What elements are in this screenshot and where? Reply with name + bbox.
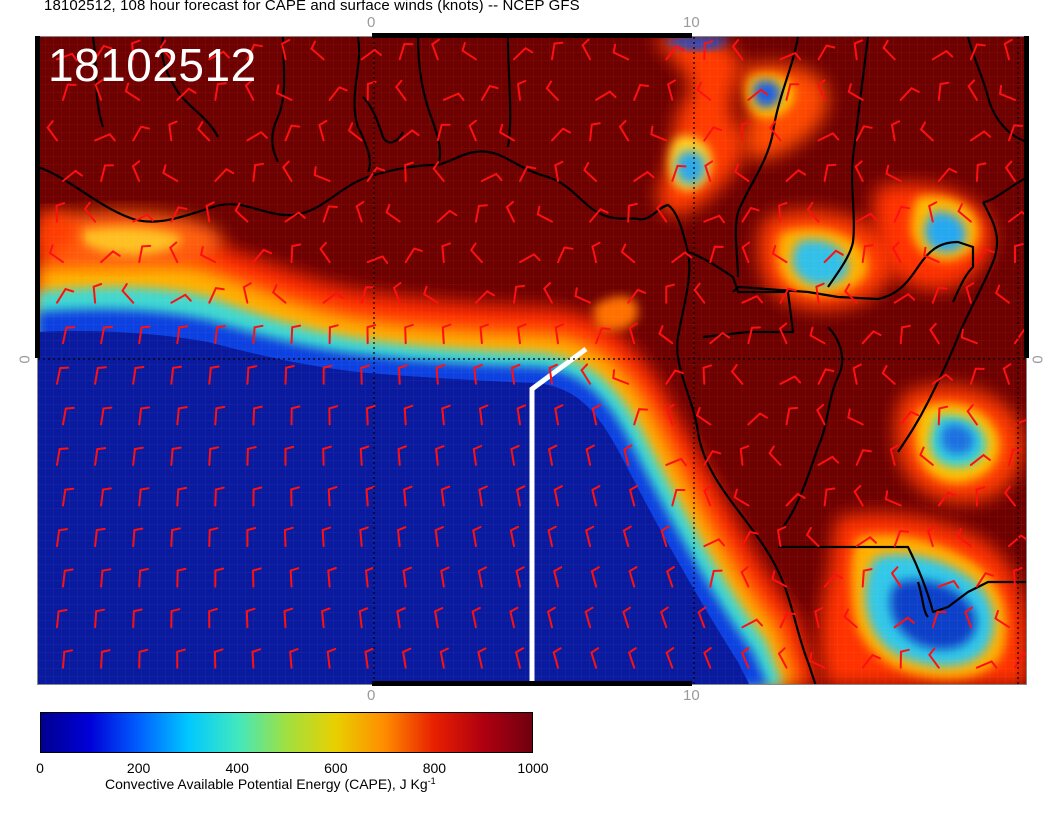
top-tick-10: 10 bbox=[683, 14, 700, 31]
frame-bottom-bar bbox=[372, 681, 692, 686]
frame-right-bar bbox=[1024, 36, 1029, 358]
cape-map bbox=[38, 37, 1026, 684]
colorbar-tick: 0 bbox=[36, 760, 44, 776]
colorbar-tick: 800 bbox=[422, 760, 447, 776]
colorbar-tick: 1000 bbox=[517, 760, 549, 776]
top-tick-0: 0 bbox=[367, 14, 376, 31]
colorbar-tick: 400 bbox=[225, 760, 249, 776]
left-tick-0: 0 bbox=[16, 355, 34, 364]
colorbar-title-exponent: -1 bbox=[427, 776, 436, 786]
colorbar-tick: 200 bbox=[126, 760, 151, 776]
colorbar-tick: 600 bbox=[324, 760, 348, 776]
bottom-tick-0: 0 bbox=[367, 687, 376, 704]
colorbar-title: Convective Available Potential Energy (C… bbox=[105, 776, 436, 792]
page-title: 18102512, 108 hour forecast for CAPE and… bbox=[44, 0, 580, 14]
frame-top-bar bbox=[372, 33, 692, 38]
frame-left-bar bbox=[35, 36, 40, 358]
colorbar-title-text: Convective Available Potential Energy (C… bbox=[105, 776, 428, 792]
date-stamp: 18102512 bbox=[48, 39, 257, 91]
map-panel bbox=[37, 36, 1027, 685]
right-tick-0: 0 bbox=[1028, 355, 1046, 364]
cape-colorbar bbox=[40, 712, 533, 753]
bottom-tick-10: 10 bbox=[683, 687, 700, 704]
